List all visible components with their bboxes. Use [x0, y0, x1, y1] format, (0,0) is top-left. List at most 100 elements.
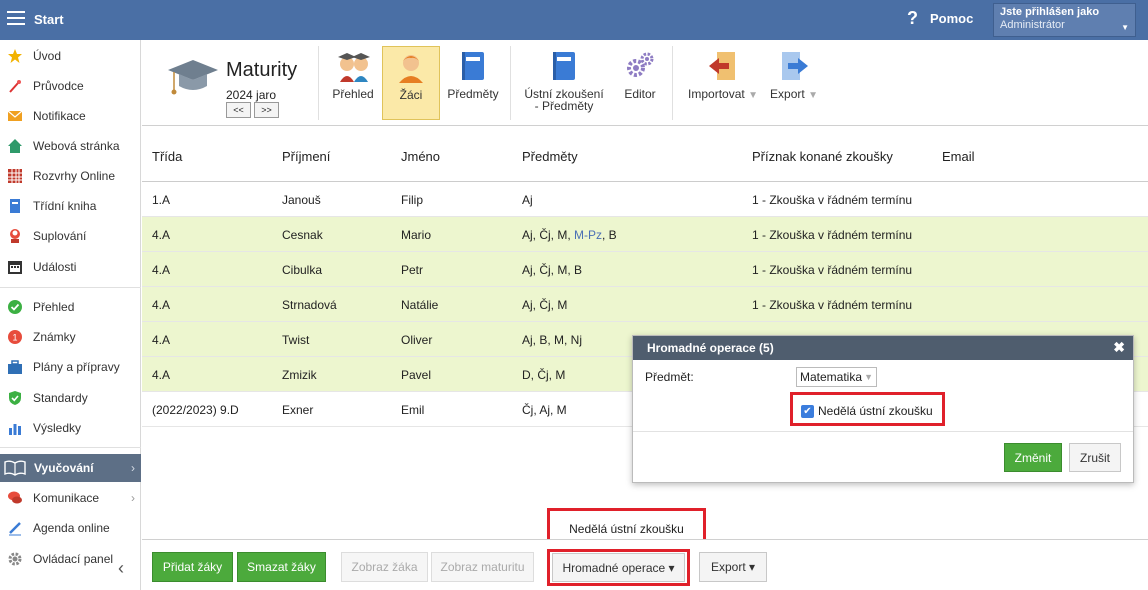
sidebar-item-udalosti[interactable]: Události	[0, 253, 141, 281]
user-dropdown[interactable]: Jste přihlášen jako Administrátor ▼	[993, 3, 1136, 37]
tab-zaci[interactable]: Žáci	[382, 46, 440, 120]
sidebar-item-uvod[interactable]: Úvod	[0, 42, 141, 70]
next-period-button[interactable]: >>	[254, 102, 279, 118]
help-link[interactable]: Pomoc	[930, 11, 973, 26]
pen-icon	[7, 520, 23, 536]
column-header-priznak[interactable]: Příznak konané zkoušky	[752, 149, 893, 164]
tab-ustni-zkouseni[interactable]: Ústní zkoušení - Předměty	[520, 46, 608, 120]
sidebar-item-plany-a-pripravy[interactable]: Plány a přípravy	[0, 353, 141, 381]
sidebar-item-label: Výsledky	[33, 421, 82, 435]
checkbox-label: Nedělá ústní zkoušku	[818, 404, 933, 418]
question-icon[interactable]: ?	[907, 8, 918, 29]
sidebar-item-webova-stranka[interactable]: Webová stránka	[0, 132, 141, 160]
delete-students-button[interactable]: Smazat žáky	[237, 552, 326, 582]
export-ribbon-button[interactable]: Export ▼	[766, 46, 822, 120]
table-row[interactable]: 4.A Cibulka Petr Aj, Čj, M, B 1 - Zkoušk…	[142, 252, 1148, 287]
export-button[interactable]: Export ▾	[699, 552, 767, 582]
calendar-grid-icon	[7, 168, 23, 184]
star-icon	[7, 48, 23, 64]
import-icon	[707, 50, 739, 82]
column-header-jmeno[interactable]: Jméno	[401, 149, 440, 164]
column-header-trida[interactable]: Třída	[152, 149, 182, 164]
sidebar-item-vysledky[interactable]: Výsledky	[0, 414, 141, 442]
tab-label: Přehled	[332, 87, 374, 101]
show-student-button[interactable]: Zobraz žáka	[341, 552, 428, 582]
cancel-button[interactable]: Zrušit	[1069, 443, 1121, 472]
hamburger-menu-icon[interactable]	[7, 11, 25, 25]
table-row[interactable]: 4.A Cesnak Mario Aj, Čj, M, M-Pz, B 1 - …	[142, 217, 1148, 252]
add-students-button[interactable]: Přidat žáky	[152, 552, 233, 582]
sidebar-item-prehled[interactable]: Přehled	[0, 293, 141, 321]
tab-label: Export ▼	[766, 88, 822, 102]
briefcase-icon	[7, 359, 23, 375]
footer-toolbar: Přidat žáky Smazat žáky Zobraz žáka Zobr…	[142, 539, 1148, 590]
cell-priznak: 1 - Zkouška v řádném termínu	[752, 263, 913, 277]
subject-label: Předmět:	[645, 370, 694, 384]
sidebar-item-standardy[interactable]: Standardy	[0, 384, 141, 412]
import-label: Importovat	[688, 87, 745, 101]
chevron-right-icon: ›	[131, 461, 135, 475]
tab-label: Editor	[624, 87, 656, 101]
sidebar-item-suplovani[interactable]: Suplování	[0, 222, 141, 250]
cell-predmety: Aj, Čj, M	[522, 298, 568, 312]
cell-jmeno: Mario	[401, 228, 432, 242]
envelope-icon	[7, 108, 23, 124]
cell-jmeno: Petr	[401, 263, 424, 277]
collapse-sidebar-icon[interactable]: ‹	[118, 558, 124, 579]
import-button[interactable]: Importovat ▼	[682, 46, 764, 120]
submit-button[interactable]: Změnit	[1004, 443, 1062, 472]
cell-prijmeni: Exner	[282, 403, 314, 417]
subject-list: Aj, Čj, M,	[522, 228, 575, 242]
sidebar-item-vyucovani[interactable]: Vyučování ›	[0, 454, 141, 482]
start-link[interactable]: Start	[34, 12, 64, 27]
bulk-operations-dialog: Hromadné operace (5) ✖ Předmět: Matemati…	[632, 335, 1134, 483]
sidebar-item-label: Komunikace	[33, 491, 100, 505]
sidebar-item-label: Úvod	[33, 49, 62, 63]
ribbon-divider	[318, 46, 319, 120]
tab-prehled[interactable]: Přehled	[328, 46, 378, 120]
subject-select[interactable]: Matematika ▼	[796, 367, 877, 387]
graduation-cap-icon	[166, 56, 220, 100]
sidebar-item-tridni-kniha[interactable]: Třídní kniha	[0, 192, 141, 220]
cell-trida: (2022/2023) 9.D	[152, 403, 239, 417]
cell-priznak: 1 - Zkouška v řádném termínu	[752, 228, 913, 242]
cell-prijmeni: Cibulka	[282, 263, 323, 277]
dialog-header: Hromadné operace (5) ✖	[633, 336, 1133, 360]
user-role: Administrátor	[1000, 19, 1065, 31]
cell-jmeno: Pavel	[401, 368, 432, 382]
book-icon	[7, 198, 23, 214]
tab-label: Importovat ▼	[682, 88, 764, 102]
show-exam-button[interactable]: Zobraz maturitu	[431, 552, 534, 582]
svg-text:1: 1	[12, 333, 17, 343]
sidebar-item-pruvodce[interactable]: Průvodce	[0, 72, 141, 100]
previous-period-button[interactable]: <<	[226, 102, 251, 118]
close-icon[interactable]: ✖	[1113, 339, 1125, 356]
bulk-operations-button[interactable]: Hromadné operace ▾	[552, 553, 685, 582]
column-header-prijmeni[interactable]: Příjmení	[282, 149, 330, 164]
sidebar-item-label: Známky	[33, 330, 76, 344]
sidebar: Úvod Průvodce Notifikace Webová stránka …	[0, 40, 141, 590]
tab-predmety[interactable]: Předměty	[444, 46, 502, 120]
highlight-frame: ✔ Nedělá ústní zkoušku	[790, 392, 945, 426]
tab-editor[interactable]: Editor	[616, 46, 664, 120]
table-row[interactable]: 4.A Strnadová Natálie Aj, Čj, M 1 - Zkou…	[142, 287, 1148, 322]
sidebar-item-notifikace[interactable]: Notifikace	[0, 102, 141, 130]
sidebar-item-agenda-online[interactable]: Agenda online	[0, 514, 141, 542]
calendar-icon	[7, 259, 23, 275]
open-book-icon	[4, 460, 26, 476]
no-oral-exam-checkbox[interactable]: ✔ Nedělá ústní zkoušku	[801, 404, 933, 418]
ribbon-toolbar: Maturity 2024 jaro << >> Přehled Žáci Př…	[142, 40, 1148, 126]
subject-list: , B	[602, 228, 617, 242]
export-icon	[778, 50, 810, 82]
table-row[interactable]: 1.A Janouš Filip Aj 1 - Zkouška v řádném…	[142, 182, 1148, 217]
cell-predmety: Aj, Čj, M, B	[522, 263, 583, 277]
column-header-predmety[interactable]: Předměty	[522, 149, 578, 164]
page-title: Maturity	[226, 59, 298, 81]
chevron-right-icon: ›	[131, 491, 135, 505]
sidebar-item-rozvrhy-online[interactable]: Rozvrhy Online	[0, 162, 141, 190]
checkbox-checked-icon[interactable]: ✔	[801, 404, 814, 418]
column-header-email[interactable]: Email	[942, 149, 975, 164]
sidebar-item-komunikace[interactable]: Komunikace ›	[0, 484, 141, 512]
sidebar-item-znamky[interactable]: 1 Známky	[0, 323, 141, 351]
highlight-frame: Hromadné operace ▾	[547, 549, 690, 586]
